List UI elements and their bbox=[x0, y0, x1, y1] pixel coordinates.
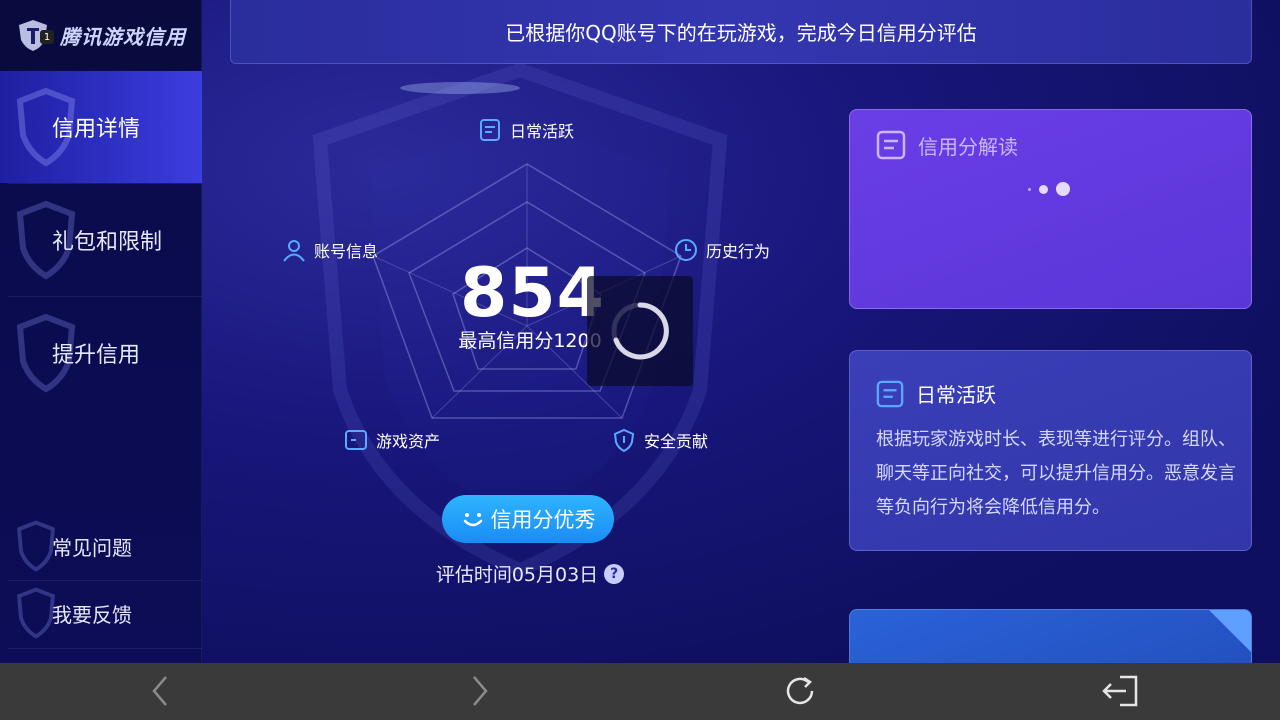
card-title-text: 日常活跃 bbox=[916, 383, 996, 407]
sidebar-item-credit-details[interactable]: 信用详情 bbox=[0, 71, 202, 183]
logo-text: 腾讯游戏信用 bbox=[60, 24, 186, 49]
bottom-navigation-bar bbox=[0, 663, 1280, 720]
radar-axis-game-assets: 游戏资产 bbox=[344, 428, 440, 452]
radar-section: 日常活跃 历史行为 安全贡献 游戏资产 账号信息 854 最高信用分1200 信… bbox=[230, 64, 830, 663]
credit-grade-button[interactable]: 信用分优秀 bbox=[442, 495, 614, 543]
axis-label-text: 历史行为 bbox=[706, 242, 771, 261]
corner-tag bbox=[1209, 610, 1251, 652]
sidebar-item-label: 提升信用 bbox=[52, 343, 141, 368]
help-icon[interactable]: ? bbox=[604, 563, 625, 584]
logo-badge: 1 bbox=[40, 30, 54, 44]
sidebar-item-gifts-limits[interactable]: 礼包和限制 bbox=[0, 184, 202, 296]
card-title: 日常活跃 bbox=[876, 379, 996, 408]
sidebar-item-improve-credit[interactable]: 提升信用 bbox=[0, 297, 202, 409]
axis-label-text: 日常活跃 bbox=[510, 122, 575, 141]
sidebar-item-label: 我要反馈 bbox=[52, 602, 132, 627]
smile-icon bbox=[463, 513, 482, 527]
app-logo: 1 腾讯游戏信用 bbox=[0, 0, 201, 70]
doc-icon bbox=[876, 130, 906, 160]
shield-icon bbox=[613, 428, 635, 452]
axis-label-text: 安全贡献 bbox=[644, 432, 709, 451]
forward-icon[interactable] bbox=[460, 671, 500, 711]
credit-score: 854 bbox=[460, 254, 605, 333]
card-description: 根据玩家游戏时长、表现等进行评分。组队、聊天等正向社交，可以提升信用分。恶意发言… bbox=[876, 429, 1236, 518]
app-window: 1 腾讯游戏信用 信用详情 礼包和限制 提升信用 常见问题 我要反馈 已根据你Q… bbox=[0, 0, 1280, 663]
evaluation-time: 评估时间05月03日 ? bbox=[420, 560, 640, 587]
sidebar-item-faq[interactable]: 常见问题 bbox=[0, 513, 202, 579]
eval-time-text: 评估时间05月03日 bbox=[435, 564, 599, 586]
shield-icon bbox=[17, 587, 55, 639]
sidebar: 1 腾讯游戏信用 信用详情 礼包和限制 提升信用 常见问题 我要反馈 bbox=[0, 0, 202, 663]
card-title-text: 信用分解读 bbox=[918, 134, 1018, 159]
exit-icon[interactable] bbox=[1100, 671, 1140, 711]
credit-interpretation-card: 信用分解读 bbox=[849, 109, 1252, 309]
next-card-preview[interactable] bbox=[849, 609, 1252, 663]
doc-icon bbox=[480, 119, 500, 141]
back-icon[interactable] bbox=[140, 671, 180, 711]
grade-label: 信用分优秀 bbox=[490, 508, 596, 532]
loading-dots bbox=[1028, 182, 1070, 196]
max-score-label: 最高信用分1200 bbox=[458, 330, 602, 352]
clock-icon bbox=[675, 239, 697, 261]
radar-axis-security: 安全贡献 bbox=[612, 428, 708, 452]
wallet-icon bbox=[345, 430, 367, 450]
refresh-icon[interactable] bbox=[780, 671, 820, 711]
radar-axis-history: 历史行为 bbox=[674, 238, 770, 262]
card-title: 信用分解读 bbox=[876, 130, 1018, 160]
doc-icon bbox=[876, 380, 904, 407]
dimension-detail-card: 日常活跃 根据玩家游戏时长、表现等进行评分。组队、聊天等正向社交，可以提升信用分… bbox=[849, 350, 1252, 551]
logo-shield-icon: 1 bbox=[16, 18, 54, 52]
loading-spinner bbox=[587, 276, 693, 386]
sidebar-item-label: 礼包和限制 bbox=[52, 230, 163, 255]
axis-label-text: 账号信息 bbox=[314, 242, 379, 261]
axis-label-text: 游戏资产 bbox=[376, 432, 441, 451]
sidebar-item-label: 常见问题 bbox=[52, 535, 132, 560]
sidebar-item-label: 信用详情 bbox=[52, 117, 141, 142]
spinner-icon bbox=[611, 302, 669, 360]
sidebar-item-feedback[interactable]: 我要反馈 bbox=[0, 580, 202, 646]
shield-icon bbox=[17, 520, 55, 572]
divider bbox=[8, 648, 202, 649]
evaluation-banner: 已根据你QQ账号下的在玩游戏，完成今日信用分评估 bbox=[230, 0, 1252, 64]
user-icon bbox=[283, 240, 305, 262]
radar-axis-daily-activity: 日常活跃 bbox=[478, 118, 574, 142]
banner-text: 已根据你QQ账号下的在玩游戏，完成今日信用分评估 bbox=[505, 21, 977, 45]
radar-axis-account-info: 账号信息 bbox=[282, 238, 378, 262]
